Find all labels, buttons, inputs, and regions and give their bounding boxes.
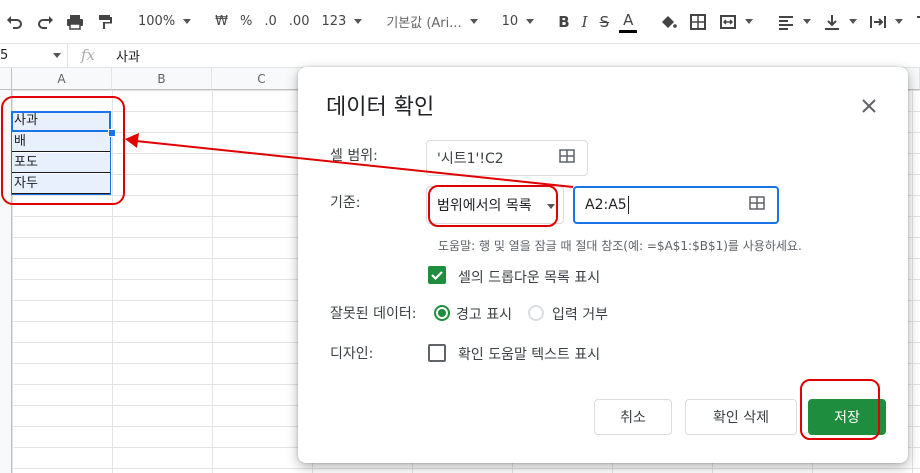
strikethrough-button[interactable]: S bbox=[594, 8, 616, 36]
radio-reject-input-label: 입력 거부 bbox=[552, 307, 608, 323]
dialog-title: 데이터 확인 bbox=[326, 95, 435, 120]
decrease-decimal-button[interactable]: .0 bbox=[258, 8, 282, 36]
annotation-circle-cells bbox=[1, 96, 125, 205]
select-all-corner[interactable] bbox=[0, 68, 12, 90]
vertical-align-icon[interactable] bbox=[817, 8, 863, 36]
show-dropdown-checkbox[interactable] bbox=[428, 266, 446, 284]
cancel-button[interactable]: 취소 bbox=[594, 399, 672, 435]
cell-range-input[interactable]: '시트1'!C2 bbox=[426, 140, 588, 176]
percent-format-button[interactable]: % bbox=[234, 8, 258, 36]
criteria-range-input[interactable]: A2:A5 bbox=[573, 186, 779, 224]
merge-cells-icon[interactable] bbox=[713, 8, 759, 36]
criteria-label: 기준: bbox=[330, 195, 361, 211]
cell-range-label: 셀 범위: bbox=[330, 148, 378, 164]
paint-format-icon[interactable] bbox=[90, 8, 120, 36]
horizontal-align-icon[interactable] bbox=[771, 8, 817, 36]
show-dropdown-label: 셀의 드롭다운 목록 표시 bbox=[458, 270, 601, 286]
radio-reject-input[interactable] bbox=[528, 305, 544, 321]
show-help-text-label: 확인 도움말 텍스트 표시 bbox=[458, 347, 601, 363]
text-color-button[interactable]: A bbox=[619, 10, 638, 33]
cell-range-value: '시트1'!C2 bbox=[437, 151, 504, 167]
bold-button[interactable]: B bbox=[552, 8, 575, 36]
annotation-circle-criteria bbox=[428, 185, 558, 227]
radio-show-warning[interactable] bbox=[434, 305, 450, 321]
annotation-circle-save bbox=[800, 379, 880, 440]
chevron-down-icon bbox=[53, 52, 61, 58]
select-range-icon[interactable] bbox=[559, 149, 575, 167]
select-range-icon[interactable] bbox=[749, 196, 765, 214]
check-icon bbox=[431, 271, 443, 281]
undo-icon[interactable] bbox=[0, 8, 30, 36]
fx-icon: fx bbox=[80, 46, 95, 64]
formula-input[interactable]: 사과 bbox=[108, 46, 140, 65]
name-box[interactable]: 5 bbox=[0, 43, 68, 67]
radio-show-warning-label: 경고 표시 bbox=[456, 307, 512, 323]
name-box-value: 5 bbox=[0, 47, 9, 63]
print-icon[interactable] bbox=[60, 8, 90, 36]
redo-icon[interactable] bbox=[30, 8, 60, 36]
criteria-range-value: A2:A5 bbox=[585, 197, 627, 213]
radio-dot bbox=[438, 309, 446, 317]
font-family-select[interactable]: 기본값 (Ari... bbox=[380, 8, 483, 36]
column-header-a[interactable]: A bbox=[12, 68, 112, 90]
borders-icon[interactable] bbox=[683, 8, 713, 36]
text-wrap-icon[interactable] bbox=[863, 8, 909, 36]
font-size-select[interactable]: 10 bbox=[496, 8, 541, 36]
increase-decimal-button[interactable]: .00 bbox=[283, 8, 316, 36]
remove-validation-button[interactable]: 확인 삭제 bbox=[685, 399, 797, 435]
column-header-b[interactable]: B bbox=[112, 68, 212, 90]
helper-text: 도움말: 행 및 열을 잠글 때 절대 참조(예: =$A$1:$B$1)를 사… bbox=[438, 239, 802, 253]
zoom-select[interactable]: 100% bbox=[132, 8, 197, 36]
text-cursor bbox=[627, 196, 629, 214]
more-formats-select[interactable]: 123 bbox=[315, 8, 368, 36]
formula-bar: 5 fx 사과 bbox=[0, 43, 920, 68]
invalid-data-label: 잘못된 데이터: bbox=[330, 306, 417, 322]
show-help-text-checkbox[interactable] bbox=[428, 344, 446, 362]
column-header-c[interactable]: C bbox=[212, 68, 312, 90]
close-icon[interactable] bbox=[856, 93, 882, 119]
italic-button[interactable]: I bbox=[576, 8, 594, 36]
text-rotation-icon[interactable] bbox=[909, 8, 920, 36]
fill-color-icon[interactable] bbox=[653, 8, 683, 36]
appearance-label: 디자인: bbox=[330, 346, 374, 362]
toolbar: 100% ₩ % .0 .00 123 기본값 (Ari... 10 B I S… bbox=[0, 0, 920, 44]
currency-format-button[interactable]: ₩ bbox=[209, 8, 234, 36]
